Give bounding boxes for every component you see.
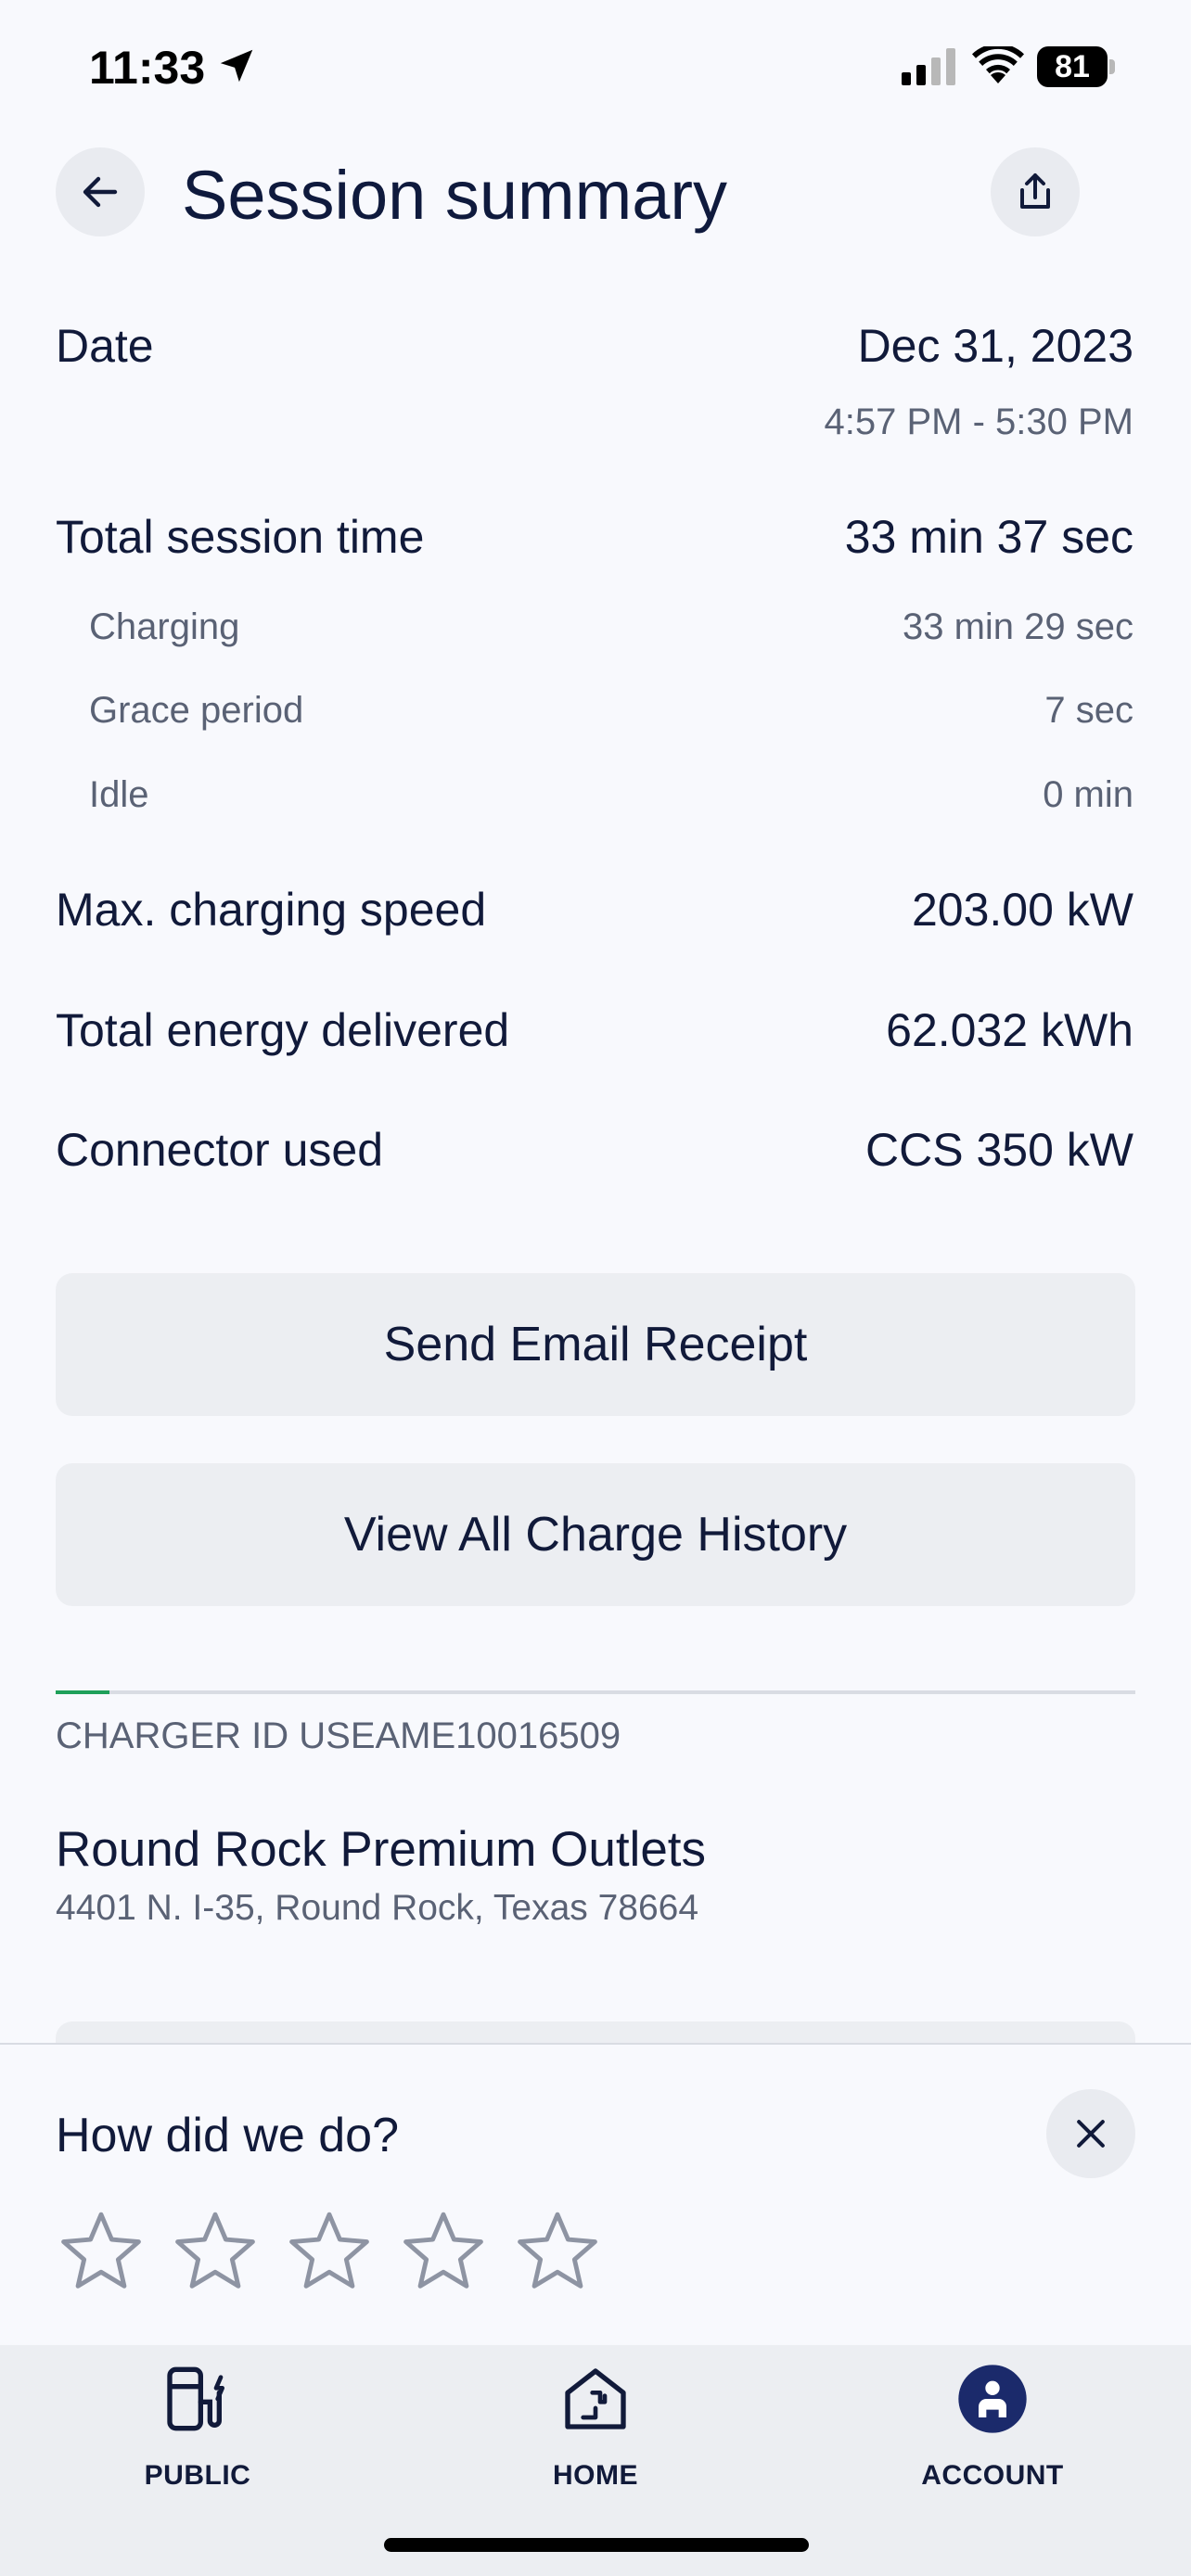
charging-value: 33 min 29 sec bbox=[902, 606, 1133, 647]
share-icon bbox=[1020, 173, 1050, 209]
close-feedback-button[interactable] bbox=[1046, 2089, 1135, 2178]
total-session-time-label: Total session time bbox=[56, 511, 425, 563]
battery-cap bbox=[1109, 59, 1115, 74]
tab-home-label: HOME bbox=[553, 2460, 638, 2491]
total-session-time-value: 33 min 37 sec bbox=[844, 511, 1133, 563]
feedback-title: How did we do? bbox=[56, 2109, 399, 2162]
wifi-icon bbox=[972, 46, 1024, 83]
total-energy-label: Total energy delivered bbox=[56, 1004, 510, 1056]
feedback-panel: How did we do? bbox=[0, 2043, 1191, 2347]
total-energy-value: 62.032 kWh bbox=[886, 1004, 1133, 1056]
location-name: Round Rock Premium Outlets bbox=[56, 1822, 707, 1877]
page-title: Session summary bbox=[182, 157, 728, 234]
date-value: Dec 31, 2023 bbox=[857, 320, 1133, 372]
max-charging-speed-label: Max. charging speed bbox=[56, 884, 487, 936]
grace-period-value: 7 sec bbox=[1044, 690, 1133, 731]
charger-id: CHARGER ID USEAME10016509 bbox=[56, 1715, 621, 1756]
location-arrow-icon bbox=[220, 49, 253, 83]
account-icon bbox=[958, 2365, 1027, 2433]
time-range-value: 4:57 PM - 5:30 PM bbox=[824, 402, 1133, 442]
arrow-left-icon bbox=[83, 176, 118, 208]
carousel-progress-fill bbox=[56, 1690, 110, 1694]
home-charger-icon bbox=[565, 2368, 626, 2429]
battery-level: 81 bbox=[1037, 46, 1108, 87]
back-button[interactable] bbox=[56, 147, 145, 236]
connector-used-label: Connector used bbox=[56, 1124, 384, 1176]
idle-value: 0 min bbox=[1043, 774, 1133, 815]
grace-period-label: Grace period bbox=[89, 690, 304, 731]
connector-used-value: CCS 350 kW bbox=[865, 1124, 1133, 1176]
star-rating bbox=[56, 2207, 603, 2298]
home-indicator bbox=[384, 2538, 809, 2552]
view-charge-history-button[interactable]: View All Charge History bbox=[56, 1463, 1135, 1606]
tab-account[interactable]: ACCOUNT bbox=[853, 2345, 1132, 2493]
tab-home[interactable]: HOME bbox=[456, 2345, 735, 2493]
status-time: 11:33 bbox=[89, 42, 206, 94]
battery-icon: 81 bbox=[1037, 46, 1115, 87]
idle-label: Idle bbox=[89, 774, 149, 815]
max-charging-speed-value: 203.00 kW bbox=[911, 884, 1133, 936]
star-icon-4[interactable] bbox=[398, 2207, 489, 2298]
charging-label: Charging bbox=[89, 606, 240, 647]
star-icon-2[interactable] bbox=[170, 2207, 261, 2298]
star-icon-3[interactable] bbox=[284, 2207, 375, 2298]
fuel-station-icon bbox=[167, 2366, 225, 2431]
tab-public-label: PUBLIC bbox=[144, 2460, 251, 2491]
tab-account-label: ACCOUNT bbox=[921, 2460, 1064, 2491]
tab-public[interactable]: PUBLIC bbox=[58, 2345, 337, 2493]
star-icon-1[interactable] bbox=[56, 2207, 147, 2298]
location-address: 4401 N. I-35, Round Rock, Texas 78664 bbox=[56, 1888, 699, 1928]
close-icon bbox=[1077, 2120, 1105, 2148]
carousel-progress-track bbox=[56, 1690, 1135, 1694]
send-email-receipt-button[interactable]: Send Email Receipt bbox=[56, 1273, 1135, 1416]
star-icon-5[interactable] bbox=[512, 2207, 603, 2298]
share-button[interactable] bbox=[991, 147, 1080, 236]
status-bar: 11:33 81 bbox=[0, 0, 1191, 139]
date-label: Date bbox=[56, 320, 154, 372]
cellular-signal-icon bbox=[902, 48, 955, 85]
